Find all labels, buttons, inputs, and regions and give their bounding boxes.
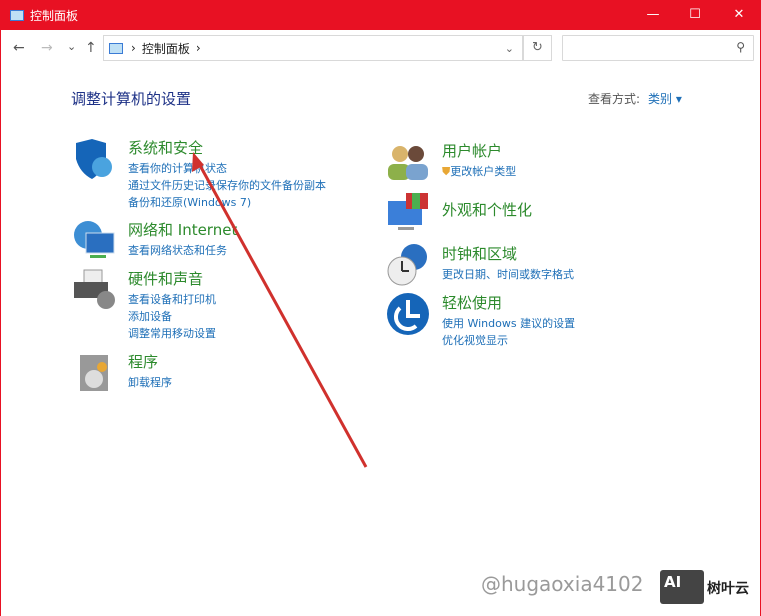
- link-windows-recommended-settings[interactable]: 使用 Windows 建议的设置: [442, 315, 575, 332]
- users-icon: [388, 146, 428, 180]
- category-title[interactable]: 外观和个性化: [442, 199, 532, 220]
- title-bar: 控制面板 — ☐ ✕: [1, 0, 761, 30]
- link-optimize-visual-display[interactable]: 优化视觉显示: [442, 332, 575, 349]
- shield-icon: [76, 139, 112, 179]
- category-title[interactable]: 时钟和区域: [442, 243, 517, 264]
- link-mobility-settings[interactable]: 调整常用移动设置: [128, 325, 216, 342]
- window-title: 控制面板: [30, 8, 79, 23]
- category-title[interactable]: 系统和安全: [128, 137, 203, 158]
- category-title[interactable]: 程序: [128, 351, 158, 372]
- watermark-text: @hugaoxia4102: [481, 572, 644, 596]
- navigation-bar: ← → ⌄ ↑ › 控制面板 › ⌄ ↻ ⚲: [1, 34, 761, 64]
- link-view-computer-status[interactable]: 查看你的计算机状态: [128, 160, 326, 177]
- category-title[interactable]: 轻松使用: [442, 292, 502, 313]
- link-file-history[interactable]: 通过文件历史记录保存你的文件备份副本: [128, 177, 326, 194]
- category-title[interactable]: 硬件和声音: [128, 268, 203, 289]
- address-bar[interactable]: › 控制面板 › ⌄: [103, 35, 523, 61]
- search-box[interactable]: ⚲: [562, 35, 754, 61]
- uac-shield-icon: ⛊: [442, 165, 451, 178]
- address-dropdown-button[interactable]: ⌄: [505, 42, 514, 55]
- recent-locations-button[interactable]: ⌄: [67, 40, 76, 53]
- control-panel-icon: [10, 9, 24, 21]
- search-input[interactable]: [563, 36, 723, 60]
- breadcrumb-separator[interactable]: ›: [131, 41, 136, 55]
- page-title: 调整计算机的设置: [71, 90, 192, 108]
- programs-icon: [80, 355, 108, 391]
- maximize-button[interactable]: ☐: [672, 0, 718, 30]
- close-button[interactable]: ✕: [716, 0, 761, 30]
- watermark-brand: 树叶云: [707, 581, 749, 597]
- clock-globe-icon: [387, 244, 427, 286]
- link-change-date-time-format[interactable]: 更改日期、时间或数字格式: [442, 266, 574, 283]
- link-network-status[interactable]: 查看网络状态和任务: [128, 242, 227, 259]
- network-globe-icon: [74, 221, 115, 258]
- link-devices-printers[interactable]: 查看设备和打印机: [128, 291, 216, 308]
- view-by: 查看方式: 类别 ▾: [588, 90, 682, 107]
- category-title[interactable]: 用户帐户: [442, 140, 502, 161]
- link-change-account-type[interactable]: ⛊更改帐户类型: [442, 163, 516, 180]
- ease-of-access-icon: [387, 293, 429, 335]
- category-title[interactable]: 网络和 Internet: [128, 219, 237, 240]
- up-button[interactable]: ↑: [85, 40, 97, 56]
- breadcrumb-control-panel[interactable]: 控制面板: [142, 40, 190, 57]
- refresh-button[interactable]: ↻: [523, 35, 552, 61]
- link-backup-restore[interactable]: 备份和还原(Windows 7): [128, 194, 326, 211]
- minimize-button[interactable]: —: [630, 0, 676, 30]
- printer-icon: [74, 269, 115, 309]
- view-by-dropdown[interactable]: 类别 ▾: [648, 92, 682, 106]
- forward-button[interactable]: →: [41, 40, 53, 56]
- watermark-ai-logo: AI: [660, 570, 704, 604]
- back-button[interactable]: ←: [13, 40, 25, 56]
- link-add-device[interactable]: 添加设备: [128, 308, 216, 325]
- link-uninstall-program[interactable]: 卸载程序: [128, 374, 172, 391]
- breadcrumb-separator[interactable]: ›: [196, 41, 201, 55]
- control-panel-icon: [109, 42, 123, 54]
- appearance-icon: [388, 193, 428, 230]
- view-by-label: 查看方式:: [588, 92, 641, 106]
- search-icon[interactable]: ⚲: [736, 40, 745, 54]
